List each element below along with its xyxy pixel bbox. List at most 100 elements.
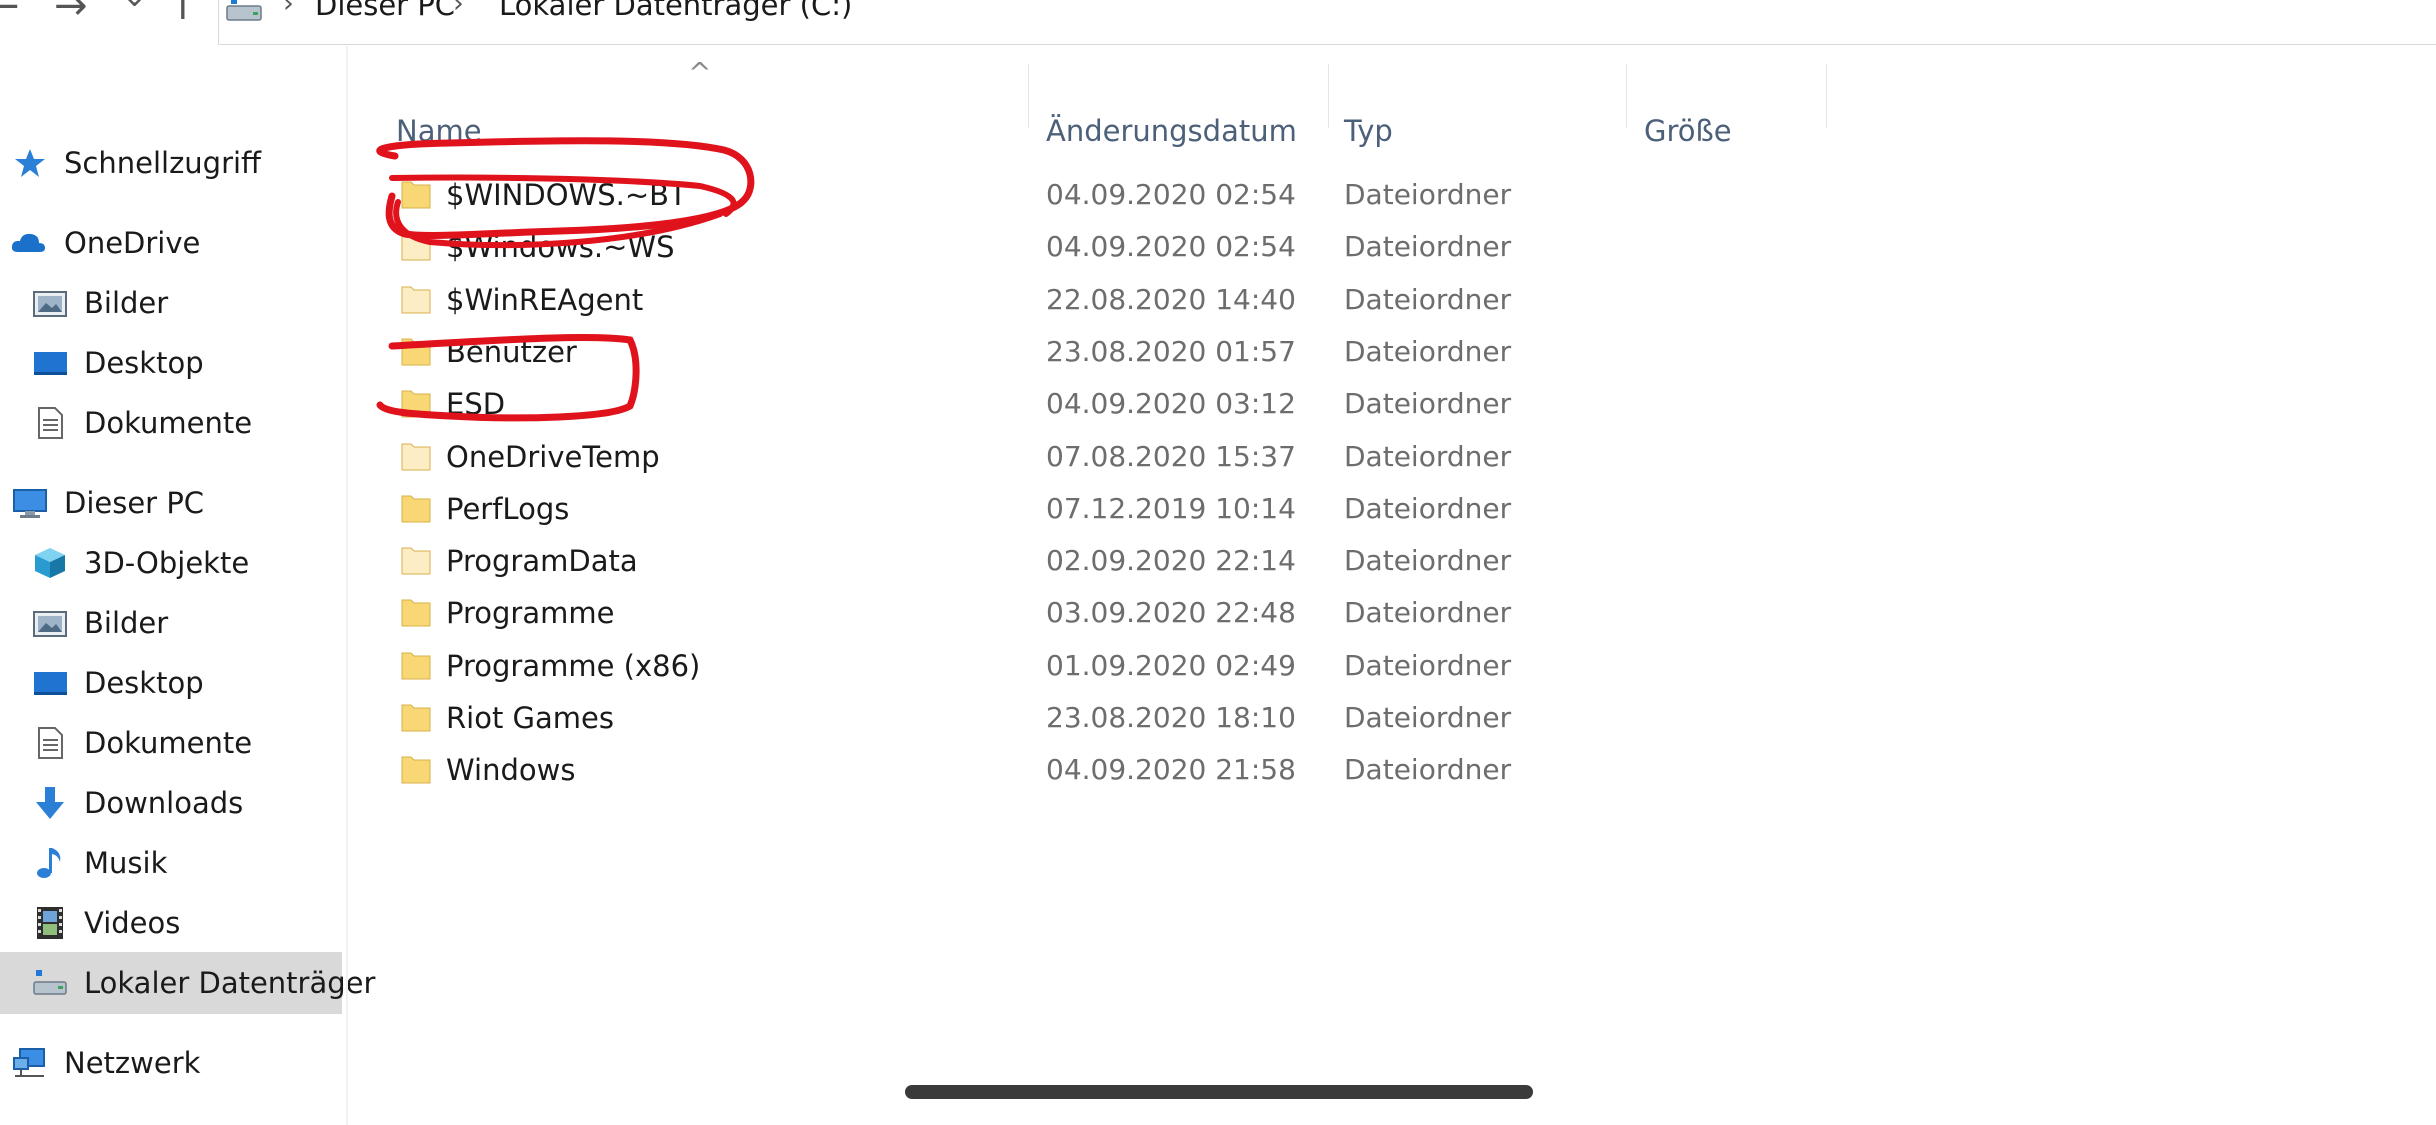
sidebar-item-music[interactable]: Musik	[0, 834, 342, 892]
folder-icon	[401, 390, 431, 418]
folder-icon	[401, 704, 431, 732]
breadcrumb-item-this-pc[interactable]: Dieser PC	[315, 0, 455, 22]
drive-icon	[33, 970, 67, 995]
sidebar-item-label: Musik	[84, 846, 168, 880]
forward-arrow-icon[interactable]: →	[54, 0, 88, 26]
home-indicator-bar[interactable]	[905, 1085, 1533, 1099]
desktop-icon	[34, 672, 67, 695]
sidebar-item-downloads[interactable]: Downloads	[0, 774, 342, 832]
column-divider[interactable]	[1826, 64, 1827, 128]
column-header-label: Änderungsdatum	[1046, 114, 1297, 148]
sidebar-item-local-disk[interactable]: Lokaler Datenträger	[0, 952, 375, 1014]
folder-icon	[401, 547, 431, 575]
file-name: Programme (x86)	[446, 649, 701, 683]
breadcrumb-item-drive[interactable]: Lokaler Datenträger (C:)	[499, 0, 852, 22]
drive-icon	[226, 0, 262, 21]
file-name: PerfLogs	[446, 492, 570, 526]
sidebar-item-label: Schnellzugriff	[64, 146, 262, 180]
file-row[interactable]: $Windows.~WS 04.09.2020 02:54 Dateiordner	[384, 220, 1714, 272]
file-type: Dateiordner	[1344, 701, 1512, 734]
sidebar-item-this-pc[interactable]: Dieser PC	[0, 474, 342, 532]
column-divider[interactable]	[1028, 64, 1029, 128]
file-type: Dateiordner	[1344, 335, 1512, 368]
address-toolbar: ← → ⌄ ↑ › Dieser PC › Lokaler Datenträge…	[0, 0, 2436, 46]
star-icon	[15, 149, 45, 177]
file-type: Dateiordner	[1344, 178, 1512, 211]
sidebar-item-3d-objects[interactable]: 3D-Objekte	[0, 534, 342, 592]
file-list-pane: ^ Name Änderungsdatum Typ Größe $WINDOWS…	[348, 46, 2436, 1125]
file-modified-date: 04.09.2020 03:12	[1046, 387, 1296, 420]
folder-icon	[401, 599, 431, 627]
column-header-size[interactable]: Größe	[1628, 82, 1828, 148]
file-row[interactable]: Windows 04.09.2020 21:58 Dateiordner	[384, 743, 1714, 795]
file-modified-date: 23.08.2020 01:57	[1046, 335, 1296, 368]
pictures-icon	[33, 291, 67, 317]
file-row[interactable]: Programme (x86) 01.09.2020 02:49 Dateiordn…	[384, 639, 1714, 691]
sidebar-item-pictures-2[interactable]: Bilder	[0, 594, 342, 652]
column-header-name[interactable]: Name	[348, 82, 1028, 148]
file-modified-date: 23.08.2020 18:10	[1046, 701, 1296, 734]
file-row[interactable]: ESD 04.09.2020 03:12 Dateiordner	[384, 377, 1714, 429]
file-modified-date: 04.09.2020 21:58	[1046, 753, 1296, 786]
address-bar[interactable]: › Dieser PC › Lokaler Datenträger (C:)	[218, 0, 2436, 45]
file-modified-date: 07.08.2020 15:37	[1046, 440, 1296, 473]
navigation-pane: Schnellzugriff OneDrive Bilder Desktop D…	[0, 46, 375, 1125]
file-row[interactable]: PerfLogs 07.12.2019 10:14 Dateiordner	[384, 482, 1714, 534]
file-type: Dateiordner	[1344, 387, 1512, 420]
sidebar-item-desktop-2[interactable]: Desktop	[0, 654, 342, 712]
file-row[interactable]: OneDriveTemp 07.08.2020 15:37 Dateiordner	[384, 430, 1714, 482]
folder-icon	[401, 495, 431, 523]
sidebar-item-quick-access[interactable]: Schnellzugriff	[0, 134, 342, 192]
column-divider[interactable]	[1626, 64, 1627, 128]
sidebar-item-pictures[interactable]: Bilder	[0, 274, 342, 332]
back-arrow-icon[interactable]: ←	[0, 0, 20, 26]
sidebar-item-label: Bilder	[84, 286, 169, 320]
sidebar-item-onedrive[interactable]: OneDrive	[0, 214, 342, 272]
file-modified-date: 22.08.2020 14:40	[1046, 283, 1296, 316]
sidebar-item-videos[interactable]: Videos	[0, 894, 342, 952]
folder-icon	[401, 652, 431, 680]
folder-icon	[401, 233, 431, 261]
sidebar-item-label: Desktop	[84, 346, 204, 380]
network-icon	[13, 1048, 45, 1077]
file-row[interactable]: $WINDOWS.~BT 04.09.2020 02:54 Dateiordner	[384, 168, 1714, 220]
sidebar-item-label: Dokumente	[84, 726, 253, 760]
sidebar-item-desktop[interactable]: Desktop	[0, 334, 342, 392]
sidebar-item-label: Bilder	[84, 606, 169, 640]
file-name: $WinREAgent	[446, 283, 644, 317]
file-type: Dateiordner	[1344, 544, 1512, 577]
file-row[interactable]: Riot Games 23.08.2020 18:10 Dateiordner	[384, 691, 1714, 743]
column-header-label: Name	[396, 114, 482, 148]
file-modified-date: 02.09.2020 22:14	[1046, 544, 1296, 577]
breadcrumb-separator: ›	[453, 0, 464, 19]
column-header-date[interactable]: Änderungsdatum	[1030, 82, 1320, 148]
up-arrow-icon[interactable]: ↑	[166, 0, 200, 26]
file-row[interactable]: $WinREAgent 22.08.2020 14:40 Dateiordner	[384, 273, 1714, 325]
sidebar-item-label: Downloads	[84, 786, 244, 820]
desktop-icon	[34, 352, 67, 375]
sidebar-item-documents-2[interactable]: Dokumente	[0, 714, 342, 772]
file-name: Windows	[446, 753, 576, 787]
download-arrow-icon	[36, 787, 64, 819]
sidebar-item-label: Dokumente	[84, 406, 253, 440]
file-type: Dateiordner	[1344, 440, 1512, 473]
history-chevron-icon[interactable]: ⌄	[122, 0, 147, 12]
column-header-label: Größe	[1644, 114, 1732, 148]
file-type: Dateiordner	[1344, 283, 1512, 316]
cube-icon	[35, 548, 65, 578]
breadcrumb-separator: ›	[283, 0, 294, 19]
sidebar-item-label: 3D-Objekte	[84, 546, 250, 580]
file-type: Dateiordner	[1344, 230, 1512, 263]
file-modified-date: 04.09.2020 02:54	[1046, 178, 1296, 211]
column-header-type[interactable]: Typ	[1330, 82, 1620, 148]
file-name: OneDriveTemp	[446, 440, 660, 474]
file-row[interactable]: ProgramData 02.09.2020 22:14 Dateiordner	[384, 534, 1714, 586]
file-row[interactable]: Benutzer 23.08.2020 01:57 Dateiordner	[384, 325, 1714, 377]
file-type: Dateiordner	[1344, 596, 1512, 629]
column-divider[interactable]	[1328, 64, 1329, 128]
sidebar-item-documents[interactable]: Dokumente	[0, 394, 342, 452]
sidebar-item-network[interactable]: Netzwerk	[0, 1034, 342, 1092]
cloud-icon	[11, 233, 45, 252]
file-row[interactable]: Programme 03.09.2020 22:48 Dateiordner	[384, 586, 1714, 638]
folder-icon	[401, 338, 431, 366]
